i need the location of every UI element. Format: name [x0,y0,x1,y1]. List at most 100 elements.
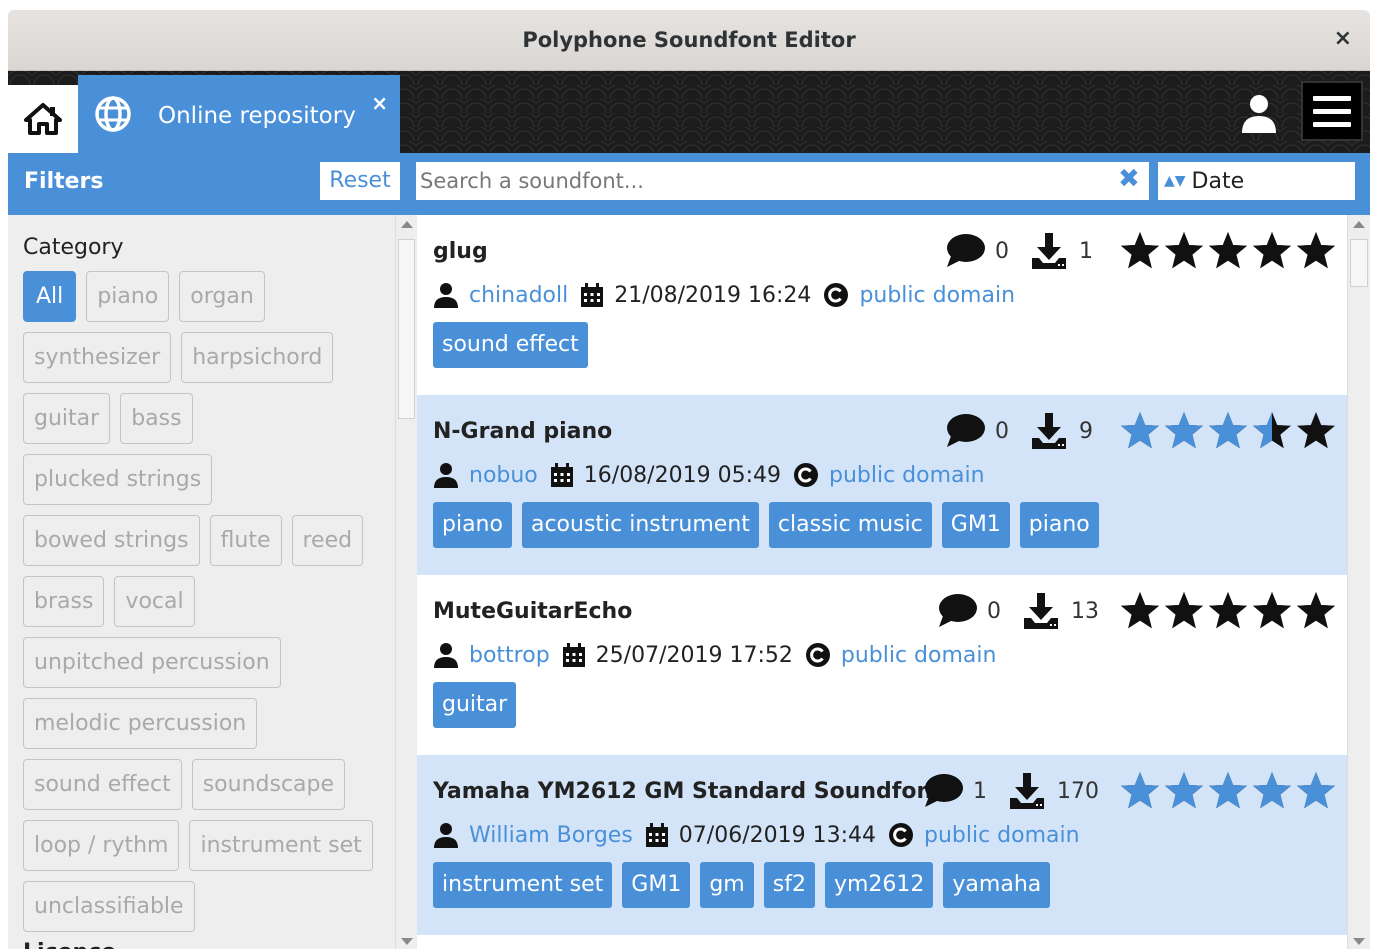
soundfont-row[interactable]: glug 0 1 chinadoll 21/08/2019 16:24 public d… [417,215,1347,395]
category-chip[interactable]: sound effect [23,759,182,810]
download-icon [1024,593,1058,629]
tag-chip[interactable]: guitar [433,682,517,728]
tag-chip[interactable]: yamaha [943,862,1051,908]
user-button[interactable] [1236,91,1282,137]
soundfont-row[interactable] [417,935,1347,949]
scroll-down-arrow[interactable] [1353,938,1365,945]
star-icon[interactable] [1295,410,1337,452]
download-count: 13 [1071,598,1099,624]
category-chip[interactable]: soundscape [191,759,346,810]
star-icon[interactable] [1163,590,1205,632]
star-icon[interactable] [1251,590,1293,632]
rating-stars [1119,590,1337,632]
tag-chip[interactable]: GM1 [941,502,1010,548]
star-icon[interactable] [1207,590,1249,632]
category-chip[interactable]: guitar [23,393,111,444]
author-link[interactable]: chinadoll [469,283,568,308]
category-chip[interactable]: All [23,271,77,322]
results-scrollbar[interactable] [1347,215,1370,949]
author-link[interactable]: William Borges [469,823,633,848]
star-icon[interactable] [1295,590,1337,632]
menu-button[interactable] [1301,81,1363,141]
star-icon[interactable] [1119,230,1161,272]
tag-chip[interactable]: sound effect [433,322,588,368]
tag-chip[interactable]: sf2 [763,862,815,908]
soundfont-name[interactable]: N-Grand piano [433,419,612,444]
category-chip[interactable]: reed [291,515,364,566]
scroll-up-arrow[interactable] [1353,221,1365,228]
window-close-button[interactable]: × [1334,26,1352,51]
category-chip[interactable]: harpsichord [181,332,334,383]
category-chip[interactable]: plucked strings [23,454,213,505]
category-chip[interactable]: unpitched percussion [23,637,281,688]
tag-chip[interactable]: instrument set [433,862,613,908]
soundfont-row[interactable]: MuteGuitarEcho 0 13 bottrop 25/07/2019 17:5… [417,575,1347,755]
tab-home[interactable] [8,85,78,153]
tab-online-repository[interactable]: Online repository × [78,75,400,153]
category-chip[interactable]: bass [120,393,193,444]
license-link[interactable]: public domain [829,463,985,488]
scroll-down-arrow[interactable] [401,938,413,945]
soundfont-name[interactable]: glug [433,239,488,264]
star-icon[interactable] [1119,590,1161,632]
category-chip[interactable]: organ [179,271,265,322]
category-chip[interactable]: unclassifiable [23,881,195,932]
chip-row: bowed strings flute reed [23,515,383,566]
star-icon[interactable] [1207,410,1249,452]
tag-chip[interactable]: acoustic instrument [521,502,759,548]
soundfont-row[interactable]: N-Grand piano 0 9 nobuo 16/08/2019 05:49 pub… [417,395,1347,575]
category-chip[interactable]: brass [23,576,105,627]
author-link[interactable]: bottrop [469,643,550,668]
star-icon[interactable] [1119,770,1161,812]
category-chip[interactable]: bowed strings [23,515,200,566]
scrollbar-thumb[interactable] [398,239,415,419]
category-chip[interactable]: piano [86,271,170,322]
category-chip[interactable]: flute [209,515,282,566]
calendar-icon [562,643,585,667]
star-icon[interactable] [1119,410,1161,452]
category-chip[interactable]: instrument set [189,820,373,871]
license-link[interactable]: public domain [841,643,997,668]
search-input[interactable] [416,162,1149,200]
filter-search-bar: Filters Reset ✖ ▲▼ Date [8,153,1370,215]
tag-chip[interactable]: GM1 [622,862,691,908]
sort-select[interactable]: ▲▼ Date [1158,162,1355,200]
category-chip[interactable]: melodic percussion [23,698,258,749]
soundfont-name[interactable]: MuteGuitarEcho [433,599,632,624]
tag-chip[interactable]: piano [1019,502,1099,548]
star-icon[interactable] [1295,770,1337,812]
star-icon[interactable] [1295,230,1337,272]
author-link[interactable]: nobuo [469,463,538,488]
star-icon[interactable] [1251,410,1293,452]
scroll-up-arrow[interactable] [401,221,413,228]
license-link[interactable]: public domain [924,823,1080,848]
star-icon[interactable] [1251,770,1293,812]
star-icon[interactable] [1163,770,1205,812]
star-icon[interactable] [1207,770,1249,812]
star-icon[interactable] [1163,410,1205,452]
download-icon [1032,413,1066,449]
tag-chip[interactable]: classic music [768,502,932,548]
menu-icon-bar [1313,95,1351,101]
soundfont-stats: 1 170 [923,769,1337,813]
filters-scrollbar[interactable] [395,215,417,949]
category-chip[interactable]: vocal [114,576,195,627]
star-icon[interactable] [1163,230,1205,272]
tab-close-button[interactable]: × [371,91,388,115]
comment-count: 0 [995,238,1009,264]
category-chips: All piano organ synthesizer harpsichord guita… [23,271,383,942]
soundfont-row[interactable]: Yamaha YM2612 GM Standard Soundfont 1 170 … [417,755,1347,935]
scrollbar-thumb[interactable] [1350,239,1368,287]
reset-button[interactable]: Reset [320,162,400,200]
category-chip[interactable]: synthesizer [23,332,172,383]
clear-search-icon[interactable]: ✖ [1118,164,1140,194]
tag-chip[interactable]: ym2612 [824,862,934,908]
chip-row: All piano organ [23,271,383,322]
tag-chip[interactable]: gm [700,862,754,908]
soundfont-name[interactable]: Yamaha YM2612 GM Standard Soundfont [433,779,943,804]
star-icon[interactable] [1251,230,1293,272]
tag-chip[interactable]: piano [433,502,512,548]
star-icon[interactable] [1207,230,1249,272]
category-chip[interactable]: loop / rythm [23,820,180,871]
license-link[interactable]: public domain [859,283,1015,308]
